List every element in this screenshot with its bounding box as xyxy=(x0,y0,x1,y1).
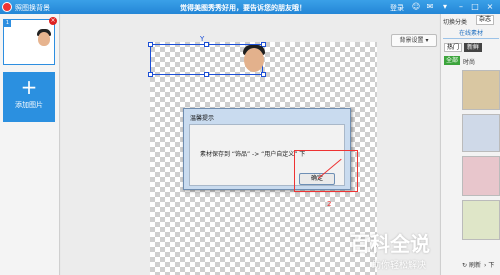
resize-handle-b[interactable] xyxy=(204,72,209,77)
filter-fashion[interactable]: 时尚 xyxy=(463,57,475,66)
step-number: 2 xyxy=(327,200,332,208)
next-page-button[interactable]: › 下 xyxy=(484,260,494,269)
resize-handle-bl[interactable] xyxy=(148,72,153,77)
tab-hot[interactable]: 热门 xyxy=(444,43,462,52)
add-image-button[interactable]: + 添加图片 xyxy=(3,72,55,122)
material-thumbnail[interactable] xyxy=(462,200,500,240)
app-title: 照图换背景 xyxy=(15,4,50,12)
material-thumbnail[interactable] xyxy=(462,70,500,110)
online-material-tab[interactable]: 在线素材 xyxy=(443,29,499,39)
add-image-label: 添加图片 xyxy=(15,101,43,109)
resize-handle-t[interactable] xyxy=(204,42,209,47)
plus-icon: + xyxy=(20,75,38,99)
thumbnail-panel: 1 × + 添加图片 xyxy=(0,14,60,275)
close-window-icon[interactable]: × xyxy=(485,2,495,12)
filter-all[interactable]: 全部 xyxy=(444,56,460,65)
category-select[interactable]: 杂志 xyxy=(476,15,495,25)
skin-icon[interactable]: ✉ xyxy=(425,2,435,12)
thumbnail-face xyxy=(38,32,50,46)
app-logo-icon xyxy=(2,2,12,12)
remove-thumbnail-icon[interactable]: × xyxy=(49,17,57,25)
resize-handle-br[interactable] xyxy=(261,72,266,77)
material-thumbnail[interactable] xyxy=(462,156,500,196)
thumbnail-index: 1 xyxy=(4,20,11,27)
resize-handle-tl[interactable] xyxy=(148,42,153,47)
login-link[interactable]: 登录 xyxy=(390,3,404,13)
title-bar: 照图换背景 觉得美图秀秀好用，要告诉您的朋友哦！ 登录 ☺ ✉ ▾ – □ × xyxy=(0,0,500,14)
watermark-title: 百科全说 xyxy=(350,232,430,256)
refresh-label: 刷新 xyxy=(468,262,481,269)
dialog-message: 素材保存到 “饰品” -> “用户自定义” 下 xyxy=(200,151,306,158)
face-sticker[interactable] xyxy=(244,48,264,72)
switch-category-label: 切换分类 xyxy=(443,19,468,26)
material-thumbnail[interactable] xyxy=(462,114,500,152)
image-thumbnail[interactable]: 1 × xyxy=(3,17,57,65)
promo-text: 觉得美图秀秀好用，要告诉您的朋友哦！ xyxy=(180,4,306,12)
tab-new[interactable]: 新鲜 xyxy=(464,43,482,52)
background-settings-button[interactable]: 背景设置 ▾ xyxy=(391,34,437,47)
user-icon[interactable]: ☺ xyxy=(411,2,421,12)
refresh-button[interactable]: ↻ 刷新 xyxy=(462,260,481,269)
menu-icon[interactable]: ▾ xyxy=(440,2,450,12)
background-settings-label: 背景设置 xyxy=(399,37,424,44)
next-label: 下 xyxy=(488,262,495,269)
maximize-icon[interactable]: □ xyxy=(470,2,480,12)
watermark-subtitle: 助你轻松解决 xyxy=(372,261,427,271)
dialog-title: 温馨提示 xyxy=(190,115,215,122)
minimize-icon[interactable]: – xyxy=(456,2,466,12)
